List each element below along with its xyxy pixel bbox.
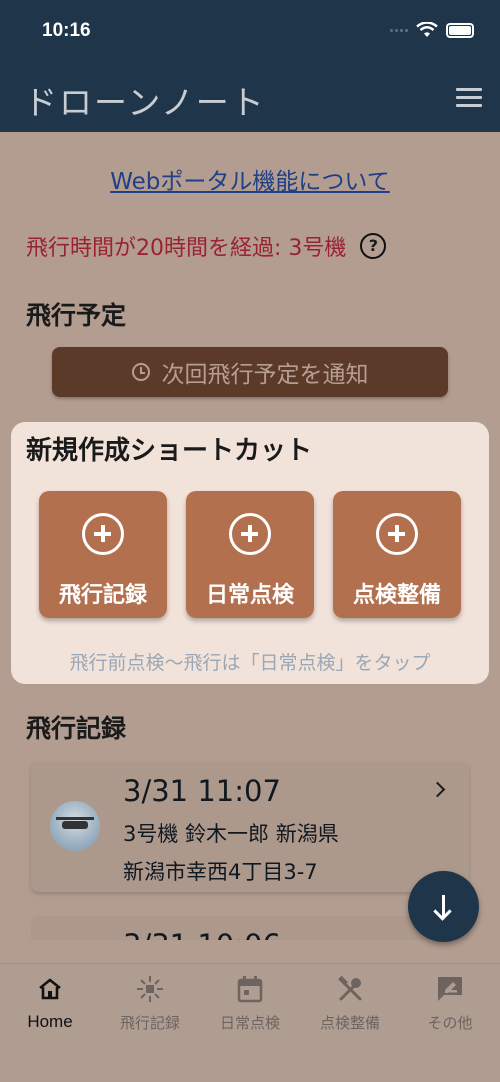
warning-row: 飛行時間が20時間を経過: 3号機 ? [26,230,387,262]
battery-icon [446,22,474,38]
tab-maintenance[interactable]: 点検整備 [300,974,400,1033]
shortcut-card: 新規作成ショートカット 飛行記録 日常点検 点検整備 飛行前点検〜飛行は「日常点… [11,422,489,684]
tab-home[interactable]: Home [0,974,100,1032]
record-datetime: 3/31 10:06 [123,928,281,940]
shortcut-label: 飛行記録 [58,583,147,608]
plus-circle-icon [229,513,271,555]
tab-other[interactable]: その他 [400,974,500,1033]
wifi-icon [416,22,438,37]
notify-next-flight-button[interactable]: 次回飛行予定を通知 [52,347,448,397]
plus-circle-icon [376,513,418,555]
edit-icon [400,974,500,1004]
web-portal-link[interactable]: Webポータル機能について [0,162,500,196]
tab-daily-inspection[interactable]: 日常点検 [200,974,300,1033]
clock-icon [131,363,150,381]
record-detail-line2: 新潟市幸西4丁目3-7 [123,860,318,884]
app-title: ドローンノート [24,83,266,122]
home-icon [0,974,100,1004]
status-icons [390,22,474,38]
flight-time-warning: 飛行時間が20時間を経過: 3号機 [26,236,347,261]
help-icon[interactable]: ? [360,233,387,259]
tab-label: Home [27,1012,73,1031]
tools-icon [300,974,400,1004]
drone-photo [50,801,100,851]
shortcut-hint: 飛行前点検〜飛行は「日常点検」をタップ [69,652,431,674]
signal-icon [390,28,408,32]
flight-record-item[interactable]: 3/31 11:07 3号機 鈴木一郎 新潟県 新潟市幸西4丁目3-7 [31,762,469,892]
notify-button-label: 次回飛行予定を通知 [161,362,369,388]
new-maintenance-button[interactable]: 点検整備 [333,491,461,618]
menu-icon[interactable] [456,88,482,108]
app-bar: ドローンノート [0,64,500,132]
tab-flight-records[interactable]: 飛行記録 [100,974,200,1033]
shortcut-label: 点検整備 [352,583,441,608]
scroll-down-button[interactable] [408,871,479,942]
tab-label: 日常点検 [219,1014,280,1032]
tab-label: 点検整備 [319,1014,380,1032]
status-time: 10:16 [42,20,91,41]
shortcut-title: 新規作成ショートカット [26,436,313,466]
records-section-title: 飛行記録 [26,714,127,743]
flight-record-item[interactable]: 3/31 10:06 [31,916,469,940]
calendar-icon [200,974,300,1004]
arrow-down-head [433,902,452,921]
shortcut-label: 日常点検 [205,583,294,608]
new-daily-inspection-button[interactable]: 日常点検 [186,491,314,618]
new-flight-record-button[interactable]: 飛行記録 [39,491,167,618]
chevron-right-icon [429,781,446,798]
flight-icon [100,974,200,1004]
bottom-navigation: Home 飛行記録 日常点検 点検整備 その他 [0,963,500,1082]
schedule-section-title: 飛行予定 [26,301,127,330]
plus-circle-icon [82,513,124,555]
tab-label: 飛行記録 [119,1014,180,1032]
record-detail-line1: 3号機 鈴木一郎 新潟県 [123,822,339,846]
record-datetime: 3/31 11:07 [123,774,281,808]
status-bar: 10:16 [0,0,500,64]
tab-label: その他 [427,1014,473,1032]
